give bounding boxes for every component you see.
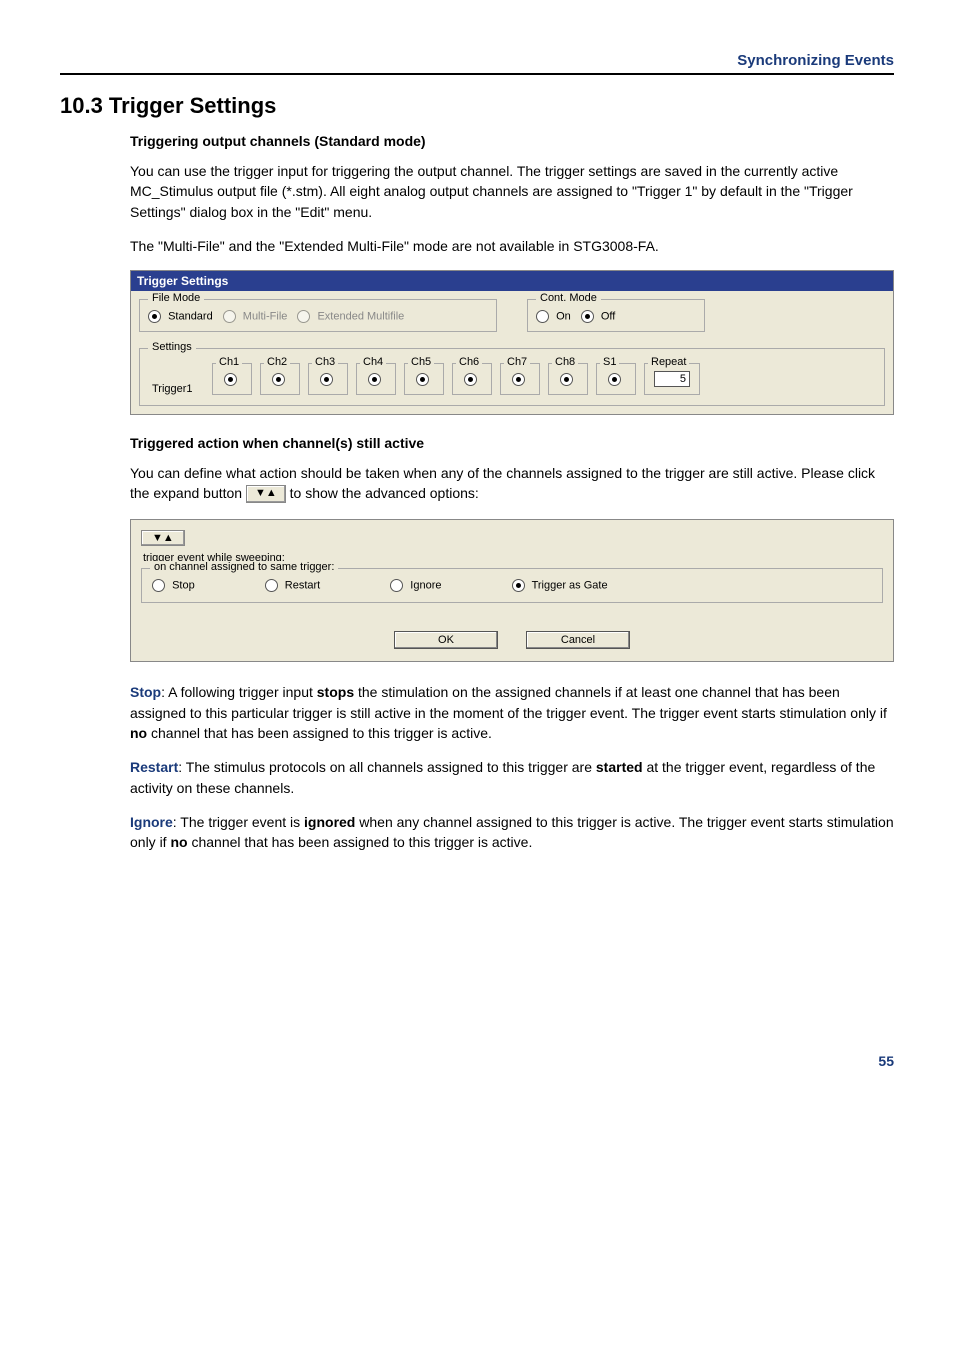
paragraph-3: You can define what action should be tak… [130, 463, 894, 505]
sweep-group: on channel assigned to same trigger: Sto… [141, 568, 883, 603]
def-restart: Restart: The stimulus protocols on all c… [130, 757, 894, 798]
ch8-box[interactable]: Ch8 [548, 363, 588, 395]
ch4-box[interactable]: Ch4 [356, 363, 396, 395]
radio-icon [416, 373, 429, 386]
opt-restart[interactable]: Restart [265, 579, 321, 592]
ch3-box[interactable]: Ch3 [308, 363, 348, 395]
cancel-button[interactable]: Cancel [526, 631, 630, 649]
radio-icon [560, 373, 573, 386]
file-mode-legend: File Mode [148, 292, 204, 304]
repeat-box: Repeat [644, 363, 700, 395]
cont-mode-legend: Cont. Mode [536, 292, 601, 304]
def-ignore: Ignore: The trigger event is ignored whe… [130, 812, 894, 853]
opt-trigger-as-gate[interactable]: Trigger as Gate [512, 579, 608, 592]
ch2-box[interactable]: Ch2 [260, 363, 300, 395]
ch5-box[interactable]: Ch5 [404, 363, 444, 395]
radio-icon [368, 373, 381, 386]
trigger-settings-dialog: Trigger Settings File Mode Standard Mult… [130, 270, 894, 415]
cont-mode-group: Cont. Mode On Off [527, 299, 705, 332]
section-heading: 10.3 Trigger Settings [60, 93, 894, 119]
opt-stop[interactable]: Stop [152, 579, 195, 592]
radio-icon [265, 579, 278, 592]
subheading-standard-mode: Triggering output channels (Standard mod… [130, 133, 894, 149]
paragraph-2: The "Multi-File" and the "Extended Multi… [130, 236, 894, 256]
radio-icon [223, 310, 236, 323]
triggered-action-dialog: ▼▲ trigger event while sweeping: on chan… [130, 519, 894, 662]
file-mode-extended: Extended Multifile [297, 310, 404, 323]
radio-icon [581, 310, 594, 323]
radio-icon [148, 310, 161, 323]
file-mode-multifile: Multi-File [223, 310, 288, 323]
opt-ignore[interactable]: Ignore [390, 579, 441, 592]
chapter-title: Synchronizing Events [60, 52, 894, 75]
radio-icon [512, 579, 525, 592]
radio-icon [512, 373, 525, 386]
file-mode-standard[interactable]: Standard [148, 310, 213, 323]
radio-icon [297, 310, 310, 323]
paragraph-1: You can use the trigger input for trigge… [130, 161, 894, 222]
s1-box[interactable]: S1 [596, 363, 636, 395]
radio-icon [390, 579, 403, 592]
trigger-row-label: Trigger1 [152, 383, 204, 395]
radio-icon [224, 373, 237, 386]
expand-icon-inline: ▼▲ [246, 485, 286, 503]
expand-button[interactable]: ▼▲ [141, 530, 185, 546]
radio-icon [464, 373, 477, 386]
sweep-legend: on channel assigned to same trigger: [150, 561, 338, 573]
page-number: 55 [60, 1053, 894, 1069]
repeat-input[interactable] [654, 371, 690, 387]
settings-legend: Settings [148, 341, 196, 353]
radio-icon [320, 373, 333, 386]
cont-mode-off[interactable]: Off [581, 310, 616, 323]
def-stop: Stop: A following trigger input stops th… [130, 682, 894, 743]
radio-icon [536, 310, 549, 323]
ch7-box[interactable]: Ch7 [500, 363, 540, 395]
subheading-triggered-action: Triggered action when channel(s) still a… [130, 435, 894, 451]
file-mode-group: File Mode Standard Multi-File Extende [139, 299, 497, 332]
ch6-box[interactable]: Ch6 [452, 363, 492, 395]
radio-icon [272, 373, 285, 386]
ok-button[interactable]: OK [394, 631, 498, 649]
settings-group: Settings Trigger1 Ch1 Ch2 Ch3 Ch4 Ch5 Ch… [139, 348, 885, 406]
ch1-box[interactable]: Ch1 [212, 363, 252, 395]
radio-icon [608, 373, 621, 386]
cont-mode-on[interactable]: On [536, 310, 571, 323]
radio-icon [152, 579, 165, 592]
dialog-titlebar: Trigger Settings [131, 271, 893, 291]
